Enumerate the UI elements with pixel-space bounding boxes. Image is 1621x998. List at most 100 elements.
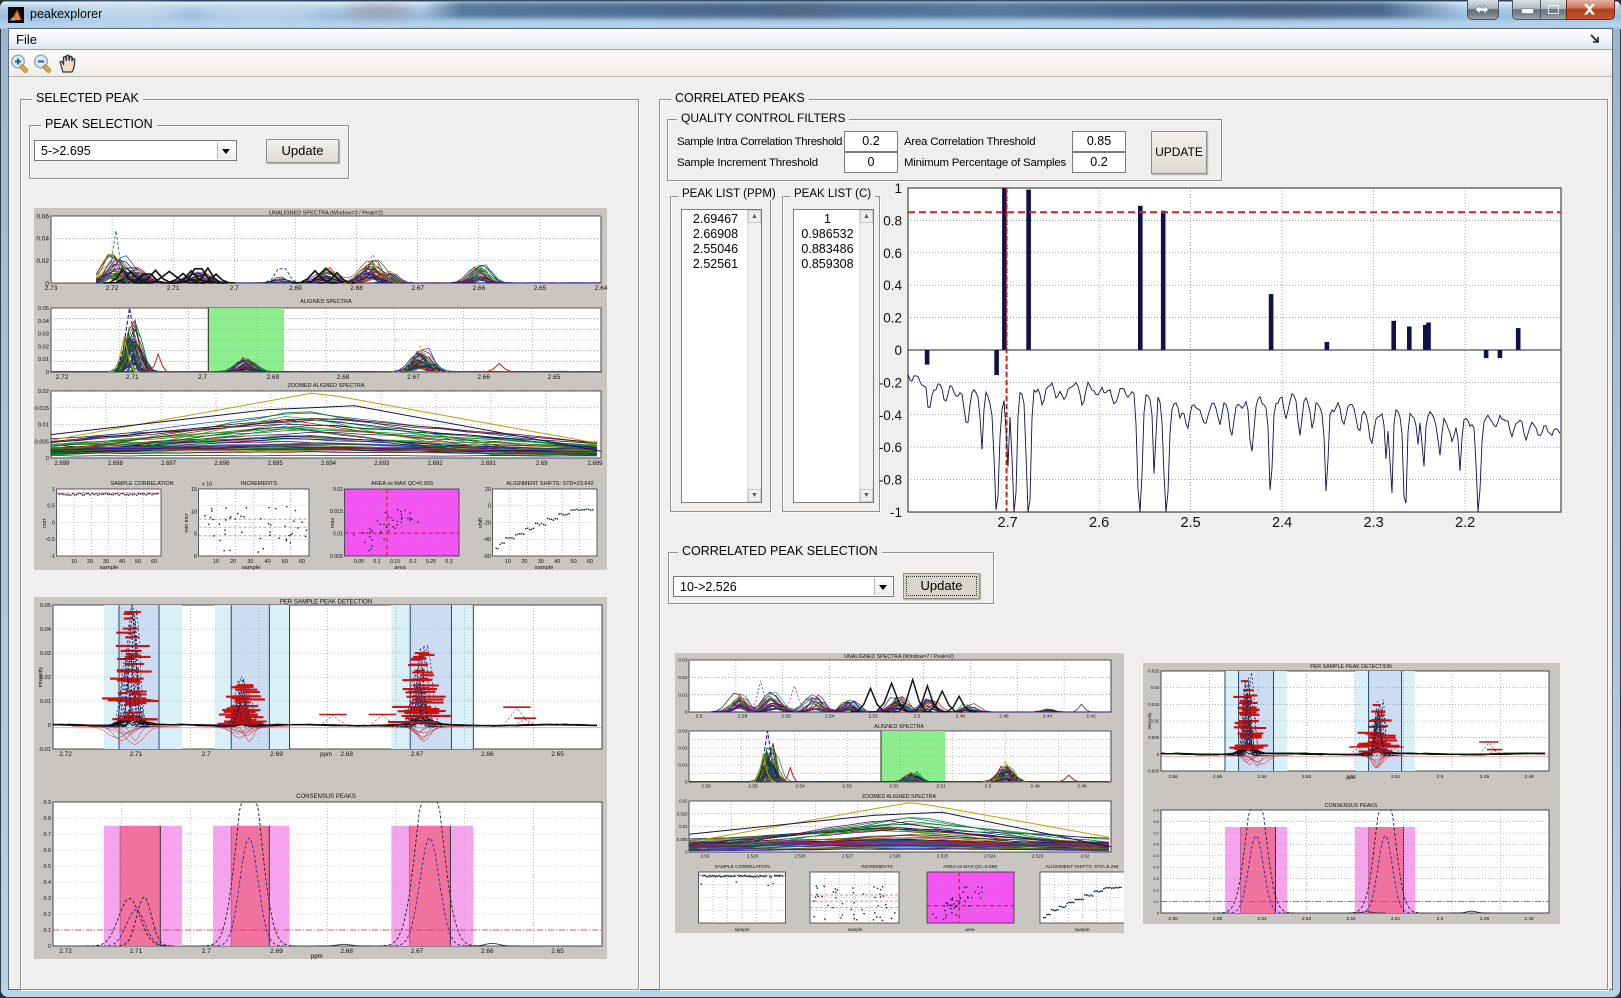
svg-text:2.68: 2.68 [340,751,353,758]
svg-text:20: 20 [230,559,236,565]
svg-text:ALIGNED SPECTRA: ALIGNED SPECTRA [874,724,924,730]
svg-text:0.8: 0.8 [44,816,52,822]
svg-text:2.4: 2.4 [1272,515,1292,531]
svg-text:0.04: 0.04 [40,627,52,633]
svg-text:50: 50 [282,559,288,565]
svg-text:2.55: 2.55 [1213,774,1223,780]
svg-text:10: 10 [71,559,77,565]
svg-text:0.2: 0.2 [409,559,416,565]
svg-text:0.4: 0.4 [883,278,902,293]
svg-text:-60: -60 [483,554,491,560]
svg-text:0.03: 0.03 [678,658,688,664]
svg-text:0: 0 [194,554,197,560]
svg-text:2.696: 2.696 [214,461,230,467]
svg-text:2.5: 2.5 [1437,916,1444,922]
svg-text:0.01: 0.01 [38,423,49,429]
svg-text:2.67: 2.67 [411,285,424,292]
svg-text:2.691: 2.691 [481,461,497,467]
svg-text:2.69: 2.69 [270,948,283,955]
svg-text:intensity: intensity [1147,712,1152,730]
svg-text:0.03: 0.03 [38,332,49,338]
svg-text:0.01: 0.01 [678,763,688,769]
svg-text:0.06: 0.06 [36,213,49,220]
svg-text:2.44: 2.44 [1043,714,1053,720]
svg-text:2.7: 2.7 [998,515,1018,531]
svg-text:2.58: 2.58 [738,714,748,720]
svg-text:-40: -40 [483,537,491,543]
svg-text:sample: sample [242,565,261,570]
svg-text:PER SAMPLE PEAK DETECTION: PER SAMPLE PEAK DETECTION [280,600,372,606]
svg-text:0.05: 0.05 [40,603,51,609]
svg-text:2.697: 2.697 [161,461,177,467]
svg-text:max: max [330,518,336,529]
svg-text:0.03: 0.03 [678,729,688,735]
svg-text:0.25: 0.25 [426,559,436,565]
svg-text:60: 60 [299,559,305,565]
svg-text:0.2: 0.2 [1153,888,1159,893]
svg-text:0.02: 0.02 [678,746,688,752]
svg-text:0.8: 0.8 [883,213,902,228]
svg-text:intensity: intensity [38,667,44,687]
svg-text:10: 10 [191,509,197,515]
svg-text:0: 0 [1157,752,1160,757]
svg-text:0.3: 0.3 [445,559,452,565]
svg-text:1: 1 [52,487,55,493]
svg-text:15: 15 [191,487,197,493]
svg-text:0.02: 0.02 [678,675,688,681]
svg-text:CONSENSUS PEAKS: CONSENSUS PEAKS [296,794,356,800]
svg-text:2.5: 2.5 [985,784,992,790]
svg-text:0.3: 0.3 [1153,876,1159,881]
svg-text:0.005: 0.005 [677,837,688,842]
svg-text:-0.005: -0.005 [1147,769,1160,774]
svg-text:0.015: 0.015 [1148,702,1159,707]
svg-text:0.3: 0.3 [44,896,52,902]
svg-text:2.7: 2.7 [198,374,207,381]
svg-text:0.01: 0.01 [678,692,688,698]
svg-text:50: 50 [135,559,141,565]
svg-text:2.695: 2.695 [268,461,284,467]
svg-text:-1: -1 [50,554,55,560]
svg-text:0.005: 0.005 [34,439,49,445]
svg-text:0.1: 0.1 [1153,899,1159,904]
svg-text:2.48: 2.48 [1524,774,1534,780]
svg-text:2.53: 2.53 [1302,774,1312,780]
svg-text:0: 0 [685,710,688,716]
svg-text:0.6: 0.6 [44,848,52,854]
svg-text:2.68: 2.68 [340,948,353,955]
svg-text:0.1: 0.1 [373,559,380,565]
svg-text:2.5: 2.5 [1181,515,1201,531]
svg-text:AREA vs MAX QC=0.903: AREA vs MAX QC=0.903 [371,481,433,487]
svg-text:0.01: 0.01 [679,824,688,829]
svg-text:2.54: 2.54 [1257,774,1267,780]
svg-text:2.49: 2.49 [1480,916,1490,922]
svg-text:AREA vs MAX QC=0.898: AREA vs MAX QC=0.898 [943,864,997,870]
svg-text:area: area [394,565,406,570]
svg-text:ppm: ppm [320,752,332,758]
svg-text:2.65: 2.65 [551,948,564,955]
svg-text:2.68: 2.68 [350,285,363,292]
svg-text:2.51: 2.51 [936,784,946,790]
svg-text:-0.8: -0.8 [879,473,902,488]
svg-text:2.67: 2.67 [407,374,420,381]
svg-text:2.692: 2.692 [428,461,444,467]
svg-text:x 10: x 10 [202,482,212,488]
svg-text:2.56: 2.56 [781,714,791,720]
svg-text:20: 20 [87,559,93,565]
svg-text:2.52: 2.52 [1346,916,1356,922]
svg-text:-0.01: -0.01 [38,747,51,753]
svg-text:INCREMENTS: INCREMENTS [241,481,278,487]
svg-text:2.65: 2.65 [548,374,561,381]
svg-text:0.2: 0.2 [44,912,52,918]
svg-text:sample: sample [848,927,863,932]
svg-text:-20: -20 [483,520,491,526]
svg-text:2.54: 2.54 [795,784,805,790]
svg-text:0: 0 [48,723,51,729]
svg-text:0.5: 0.5 [44,864,52,870]
svg-text:2.698: 2.698 [108,461,124,467]
svg-text:ZOOMED ALIGNED SPECTRA: ZOOMED ALIGNED SPECTRA [287,383,364,389]
svg-text:2.67: 2.67 [411,948,424,955]
svg-text:0.03: 0.03 [40,651,51,657]
svg-text:0.5: 0.5 [47,504,55,510]
svg-text:0.01: 0.01 [40,699,51,705]
svg-text:2.5: 2.5 [1437,774,1444,780]
